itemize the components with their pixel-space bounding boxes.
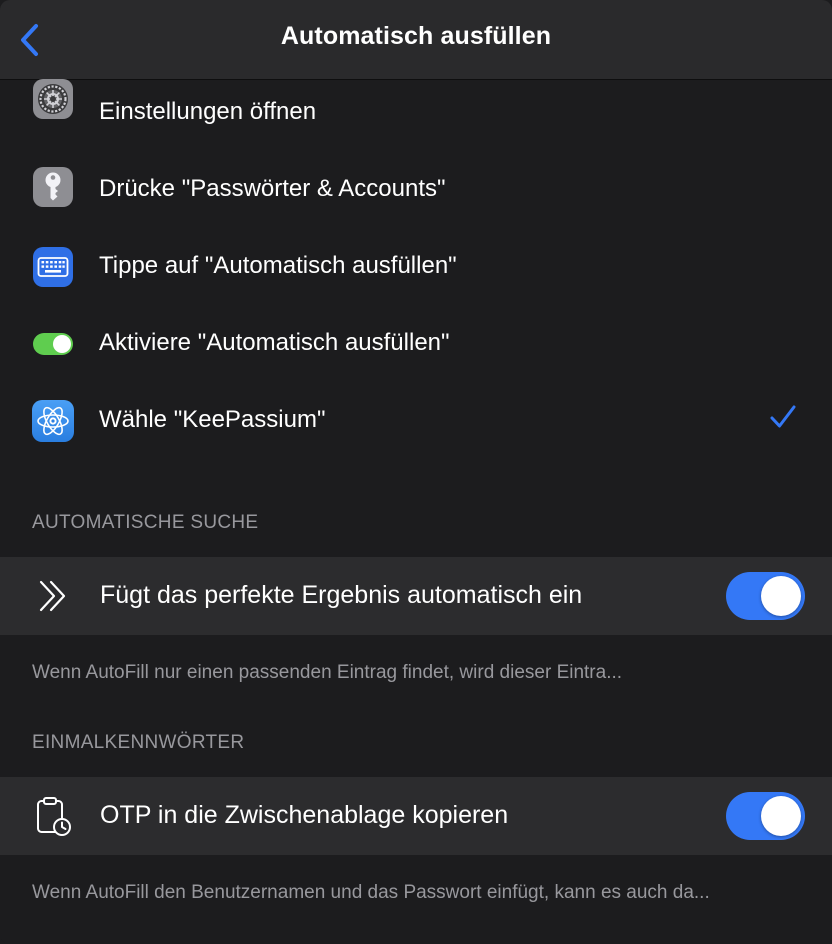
step-tap-autofill: Tippe auf "Automatisch ausfüllen"	[0, 234, 832, 298]
settings-gear-icon	[33, 79, 73, 119]
double-chevron-right-icon	[39, 580, 66, 612]
section-header-automatic-search: AUTOMATISCHE SUCHE	[32, 512, 259, 533]
auto-search-footer: Wenn AutoFill nur einen passenden Eintra…	[32, 662, 623, 683]
page-title: Automatisch ausfüllen	[280, 22, 552, 50]
step-label: Aktiviere "Automatisch ausfüllen"	[99, 329, 450, 356]
copy-otp-label: OTP in die Zwischenablage kopieren	[100, 801, 509, 829]
keyboard-icon	[33, 247, 73, 287]
copy-otp-cell[interactable]: OTP in die Zwischenablage kopieren	[0, 777, 832, 855]
toggle-knob	[761, 796, 801, 836]
key-icon	[33, 167, 73, 207]
otp-footer: Wenn AutoFill den Benutzernamen und das …	[32, 882, 710, 903]
auto-insert-toggle[interactable]	[726, 572, 805, 620]
clipboard-clock-icon	[37, 797, 71, 836]
step-label: Tippe auf "Automatisch ausfüllen"	[99, 252, 457, 279]
checkmark-icon	[770, 405, 796, 428]
step-label: Wähle "KeePassium"	[99, 406, 326, 433]
step-label: Drücke "Passwörter & Accounts"	[99, 175, 446, 202]
step-passwords-accounts: Drücke "Passwörter & Accounts"	[0, 157, 832, 221]
keepassium-app-icon	[32, 400, 74, 442]
toggle-switch-icon	[33, 333, 73, 355]
navigation-bar: Automatisch ausfüllen	[0, 0, 832, 80]
step-open-settings: Einstellungen öffnen	[0, 79, 832, 144]
auto-insert-label: Fügt das perfekte Ergebnis automatisch e…	[100, 581, 583, 609]
step-label: Einstellungen öffnen	[99, 98, 317, 125]
autofill-settings-window: Automatisch ausfüllen Einstellungen öffn…	[0, 0, 832, 944]
toggle-knob	[761, 576, 801, 616]
section-header-one-time-passwords: EINMALKENNWÖRTER	[32, 732, 245, 753]
copy-otp-toggle[interactable]	[726, 792, 805, 840]
step-choose-keepassium[interactable]: Wähle "KeePassium"	[0, 388, 832, 452]
auto-insert-perfect-match-cell[interactable]: Fügt das perfekte Ergebnis automatisch e…	[0, 557, 832, 635]
step-enable-autofill: Aktiviere "Automatisch ausfüllen"	[0, 311, 832, 375]
